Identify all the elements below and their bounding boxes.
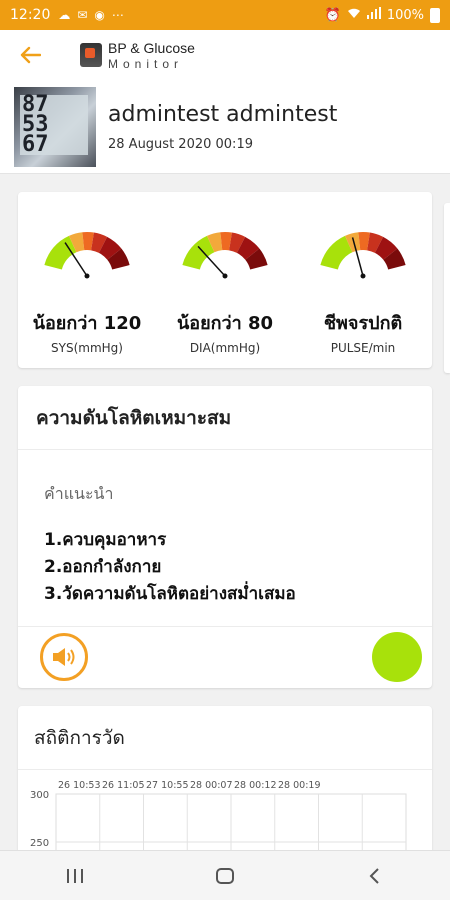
recent-apps-button[interactable] [45,856,105,896]
status-indicator-dot [372,632,422,682]
back-button[interactable] [0,30,60,80]
arrow-left-icon [20,46,41,64]
advice-footer [18,626,432,688]
next-card-edge [444,203,450,373]
speaker-button[interactable] [40,633,88,681]
stats-title: สถิติการวัด [18,706,432,770]
chart-x-tick-label: 28 00:07 [190,780,233,791]
photo-lcd: 87 53 67 [20,93,88,155]
gauge-sys: น้อยกว่า 120 SYS(mmHg) [18,222,156,355]
measurement-date: 28 August 2020 00:19 [108,136,253,152]
chart-y-tick-label: 250 [30,838,49,849]
gauge-pulse-unit: PULSE/min [330,341,396,355]
system-nav-bar [0,850,450,900]
gauge-pulse-dial [320,232,406,279]
more-icon: ⋯ [111,8,124,22]
gauge-sys-dial [44,232,130,279]
gauge-hub [360,273,366,279]
gauge-dia-value: น้อยกว่า 80 [176,313,274,334]
back-nav-button[interactable] [345,856,405,896]
gauge-sys-value: น้อยกว่า 120 [32,313,142,334]
chart-y-tick-label: 300 [30,790,49,801]
gauge-sys-unit: SYS(mmHg) [51,341,123,355]
home-button[interactable] [195,856,255,896]
advice-title: ความดันโลหิตเหมาะสม [18,386,432,450]
gauge-pulse: ชีพจรปกติ PULSE/min [294,222,432,355]
speaker-icon [53,648,75,666]
gauge-dia: น้อยกว่า 80 DIA(mmHg) [156,222,294,355]
alarm-icon: ⏰ [324,7,341,23]
stats-chart: 26 10:53 26 11:05 27 10:55 28 00:07 28 00:12… [30,780,407,860]
status-bar: 12:20 ☁ ✉ ◉ ⋯ ⏰ 100% [0,0,450,30]
advice-card: ความดันโลหิตเหมาะสม คำแนะนำ 1.ควบคุมอาหา… [18,386,432,688]
advice-item: 1.ควบคุมอาหาร [44,530,167,550]
gauge-hub [222,273,228,279]
app-bar: BP & Glucose Monitor [0,30,450,80]
user-name: admintest admintest [108,101,338,127]
chrome-icon: ◉ [94,8,105,22]
gauge-hub [84,273,90,279]
chart-x-tick-label: 28 00:12 [234,780,277,791]
advice-item: 3.วัดความดันโลหิตอย่างสม่ำเสมอ [44,584,296,604]
wifi-icon [347,7,361,23]
battery-icon [430,7,440,23]
battery-percent: 100% [386,7,424,23]
gauge-dia-unit: DIA(mmHg) [189,341,261,355]
gauge-pulse-value: ชีพจรปกติ [323,313,403,334]
chart-x-tick-label: 26 11:05 [102,780,145,791]
measurement-photo[interactable]: 87 53 67 [14,86,96,167]
chart-x-tick-label: 28 00:19 [278,780,321,791]
advice-label: คำแนะนำ [44,484,114,503]
user-header: 87 53 67 admintest admintest 28 August 2… [0,80,450,174]
clock: 12:20 [10,7,51,23]
stats-card: สถิติการวัด 26 10:53 26 11:05 27 10:55 28 0… [18,706,432,860]
app-logo: BP & Glucose Monitor [80,41,195,70]
home-icon [216,867,234,884]
gauges-card: น้อยกว่า 120 SYS(mmHg) น้อยกว่า 80 DIA(m… [18,192,432,368]
advice-item: 2.ออกกำลังกาย [44,557,162,577]
gauge-dia-dial [182,232,268,279]
logo-subtitle: Monitor [108,56,184,71]
logo-icon [80,43,102,67]
chart-x-tick-label: 27 10:55 [146,780,189,791]
logo-title: BP & Glucose [108,39,195,56]
mail-icon: ✉ [77,8,88,22]
signal-icon [366,7,381,23]
advice-list: 1.ควบคุมอาหาร 2.ออกกำลังกาย 3.วัดความดัน… [18,507,432,608]
cloud-icon: ☁ [58,8,71,22]
recent-apps-icon [67,868,83,883]
chart-x-tick-label: 26 10:53 [58,780,101,791]
chevron-left-icon [369,867,379,884]
